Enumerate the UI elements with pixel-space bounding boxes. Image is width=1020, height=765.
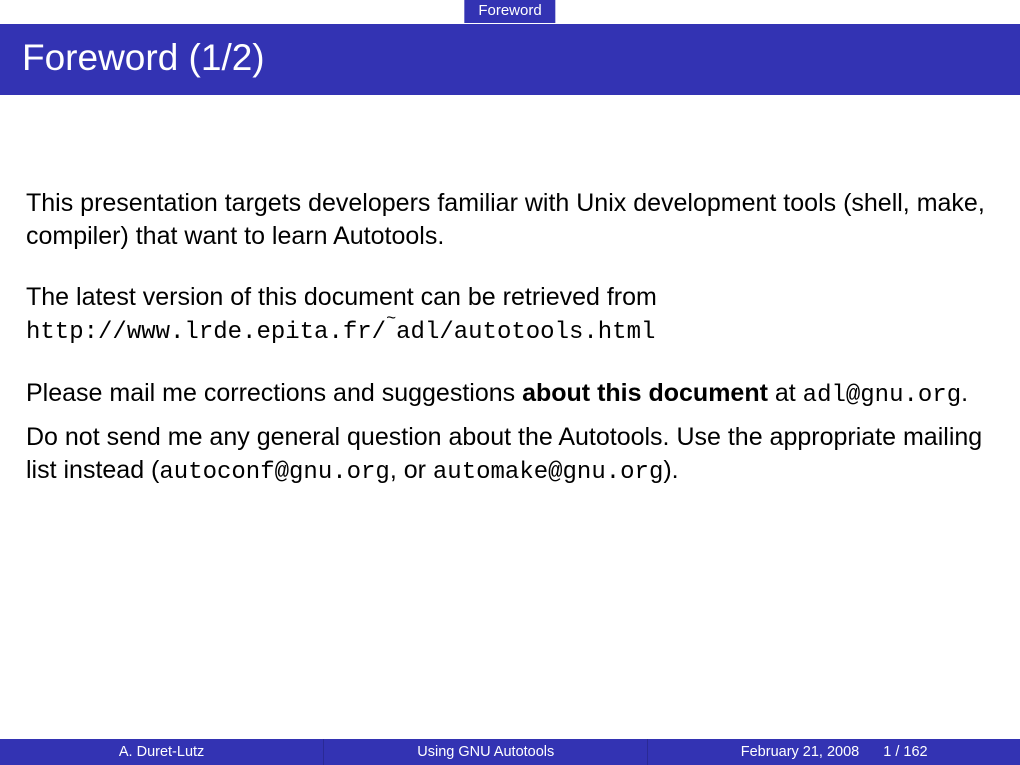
slide-footer: A. Duret-Lutz Using GNU Autotools Februa…	[0, 739, 1020, 765]
corrections-email: adl@gnu.org	[803, 382, 961, 409]
text: , or	[390, 456, 433, 484]
paragraph-latest: The latest version of this document can …	[26, 281, 994, 349]
url-part: adl/autotools.html	[396, 319, 655, 346]
tilde-icon: ~	[386, 310, 396, 329]
footer-title: Using GNU Autotools	[324, 739, 648, 765]
emphasis: about this document	[522, 379, 768, 407]
url-part: http://www.lrde.epita.fr/	[26, 319, 386, 346]
text: ).	[663, 456, 678, 484]
slide: Foreword Foreword (1/2) This presentatio…	[0, 0, 1020, 765]
slide-title: Foreword (1/2)	[0, 24, 1020, 95]
text: .	[961, 379, 968, 407]
section-tab: Foreword	[464, 0, 555, 23]
text: Please mail me corrections and suggestio…	[26, 379, 522, 407]
paragraph-mailing-lists: Do not send me any general question abou…	[26, 421, 994, 489]
footer-date-page: February 21, 2008 1 / 162	[648, 739, 1020, 765]
document-url: http://www.lrde.epita.fr/~adl/autotools.…	[26, 319, 655, 346]
automake-email: automake@gnu.org	[433, 459, 663, 486]
paragraph-intro: This presentation targets developers fam…	[26, 187, 994, 253]
text: The latest version of this document can …	[26, 283, 657, 311]
footer-author: A. Duret-Lutz	[0, 739, 324, 765]
paragraph-corrections: Please mail me corrections and suggestio…	[26, 377, 994, 412]
slide-body: This presentation targets developers fam…	[0, 95, 1020, 739]
autoconf-email: autoconf@gnu.org	[159, 459, 389, 486]
footer-page: 1 / 162	[883, 744, 927, 760]
footer-date: February 21, 2008	[741, 744, 860, 760]
text: at	[768, 379, 803, 407]
